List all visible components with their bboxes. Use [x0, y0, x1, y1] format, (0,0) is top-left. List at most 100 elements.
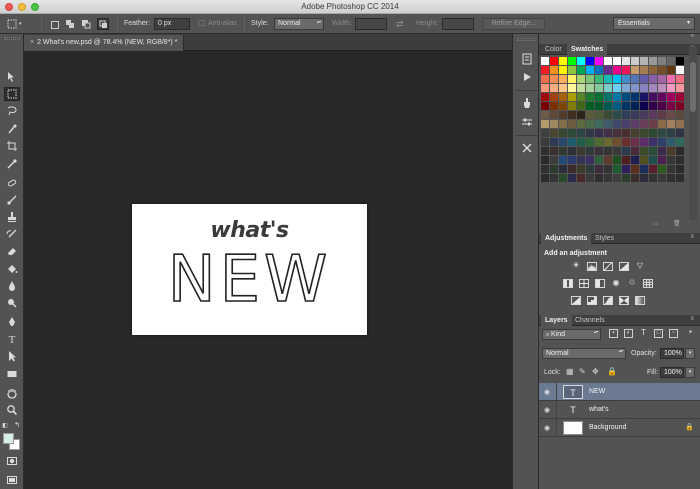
- tab-swatches[interactable]: Swatches: [567, 44, 608, 55]
- color-swatch[interactable]: [559, 57, 567, 65]
- visibility-toggle[interactable]: ◉: [539, 383, 557, 401]
- levels-icon[interactable]: [587, 262, 597, 271]
- color-swatch[interactable]: [676, 111, 684, 119]
- swap-dimensions-icon[interactable]: ⇄: [396, 14, 404, 34]
- color-swatch[interactable]: [649, 75, 657, 83]
- color-swatch[interactable]: [577, 57, 585, 65]
- adjustments-panel-menu-icon[interactable]: ≡: [690, 234, 694, 240]
- color-swatch[interactable]: [658, 138, 666, 146]
- color-swatch[interactable]: [622, 102, 630, 110]
- delete-swatch-icon[interactable]: 🗑: [673, 221, 681, 228]
- color-swatch[interactable]: [649, 156, 657, 164]
- color-swatch[interactable]: [586, 165, 594, 173]
- color-swatch[interactable]: [631, 84, 639, 92]
- color-swatch[interactable]: [595, 66, 603, 74]
- color-swatch[interactable]: [595, 120, 603, 128]
- path-selection-tool-icon[interactable]: [4, 350, 20, 364]
- color-swatch[interactable]: [604, 57, 612, 65]
- color-swatch[interactable]: [676, 138, 684, 146]
- color-swatch[interactable]: [613, 111, 621, 119]
- swatches-scrollbar[interactable]: [689, 46, 697, 227]
- workspace-select[interactable]: Essentials: [613, 17, 695, 30]
- tab-channels[interactable]: Channels: [571, 315, 609, 326]
- antialias-checkbox[interactable]: ☐: [198, 14, 205, 34]
- color-swatch[interactable]: [631, 156, 639, 164]
- color-swatch[interactable]: [550, 174, 558, 182]
- color-swatch[interactable]: [550, 75, 558, 83]
- color-swatch[interactable]: [568, 84, 576, 92]
- color-swatch[interactable]: [595, 84, 603, 92]
- color-swatch[interactable]: [649, 66, 657, 74]
- scrollbar-thumb[interactable]: [690, 62, 696, 112]
- add-to-selection-icon[interactable]: [64, 18, 76, 30]
- color-swatch[interactable]: [667, 84, 675, 92]
- color-swatch[interactable]: [622, 75, 630, 83]
- color-swatch[interactable]: [568, 93, 576, 101]
- color-swatch[interactable]: [631, 147, 639, 155]
- layer-name[interactable]: NEW: [589, 388, 605, 395]
- type-tool-icon[interactable]: T: [4, 333, 20, 347]
- quick-mask-icon[interactable]: [4, 455, 20, 469]
- new-selection-icon[interactable]: [48, 18, 60, 30]
- style-select[interactable]: Normal: [274, 18, 324, 30]
- color-swatch[interactable]: [604, 75, 612, 83]
- color-swatch[interactable]: [667, 66, 675, 74]
- color-swatch[interactable]: [658, 156, 666, 164]
- filter-smart-objects-icon[interactable]: ▫: [669, 329, 678, 338]
- color-swatch[interactable]: [658, 120, 666, 128]
- lock-position-icon[interactable]: ✥: [592, 367, 599, 376]
- visibility-toggle[interactable]: ◉: [539, 419, 557, 437]
- posterize-icon[interactable]: [587, 296, 597, 305]
- color-swatch[interactable]: [622, 165, 630, 173]
- color-swatch[interactable]: [667, 165, 675, 173]
- layer-name[interactable]: Background: [589, 424, 626, 431]
- color-swatch[interactable]: [586, 129, 594, 137]
- color-swatch[interactable]: [622, 84, 630, 92]
- color-swatch[interactable]: [550, 156, 558, 164]
- color-swatch[interactable]: [613, 84, 621, 92]
- color-swatch[interactable]: [541, 75, 549, 83]
- color-swatch[interactable]: [613, 93, 621, 101]
- invert-icon[interactable]: [571, 296, 581, 305]
- lock-transparent-pixels-icon[interactable]: ▦: [566, 367, 574, 376]
- color-swatch[interactable]: [676, 75, 684, 83]
- color-swatch[interactable]: [577, 120, 585, 128]
- color-swatch[interactable]: [541, 84, 549, 92]
- color-swatch[interactable]: [595, 138, 603, 146]
- color-balance-icon[interactable]: [579, 279, 589, 288]
- history-brush-tool-icon[interactable]: [4, 228, 20, 242]
- brightness-contrast-icon[interactable]: ☀: [571, 261, 581, 271]
- color-swatch[interactable]: [568, 147, 576, 155]
- filter-adjustment-layers-icon[interactable]: ◐: [624, 329, 633, 338]
- color-swatch[interactable]: [622, 174, 630, 182]
- color-swatch[interactable]: [613, 129, 621, 137]
- color-swatch[interactable]: [541, 66, 549, 74]
- foreground-color-swatch[interactable]: [3, 433, 14, 444]
- color-swatch[interactable]: [568, 111, 576, 119]
- curves-icon[interactable]: [603, 262, 613, 271]
- brush-presets-panel-icon[interactable]: [518, 97, 535, 112]
- color-swatch[interactable]: [667, 120, 675, 128]
- color-swatch[interactable]: [586, 138, 594, 146]
- color-swatch[interactable]: [604, 138, 612, 146]
- color-swatch[interactable]: [676, 165, 684, 173]
- color-swatch[interactable]: [640, 57, 648, 65]
- color-swatch[interactable]: [604, 111, 612, 119]
- color-swatch[interactable]: [658, 174, 666, 182]
- dodge-tool-icon[interactable]: [4, 297, 20, 311]
- new-swatch-icon[interactable]: ▭: [653, 221, 660, 228]
- clone-stamp-tool-icon[interactable]: [4, 211, 20, 225]
- color-swatch[interactable]: [595, 111, 603, 119]
- color-swatch[interactable]: [631, 174, 639, 182]
- color-swatch[interactable]: [559, 156, 567, 164]
- color-swatch[interactable]: [577, 165, 585, 173]
- color-swatch[interactable]: [604, 129, 612, 137]
- color-swatch[interactable]: [604, 147, 612, 155]
- color-swatch[interactable]: [559, 174, 567, 182]
- filter-pixel-layers-icon[interactable]: ▪: [609, 329, 618, 338]
- color-swatch[interactable]: [541, 93, 549, 101]
- lock-all-icon[interactable]: 🔒: [607, 367, 617, 376]
- visibility-toggle[interactable]: ◉: [539, 401, 557, 419]
- paint-bucket-tool-icon[interactable]: [4, 263, 20, 277]
- lasso-tool-icon[interactable]: [4, 105, 20, 119]
